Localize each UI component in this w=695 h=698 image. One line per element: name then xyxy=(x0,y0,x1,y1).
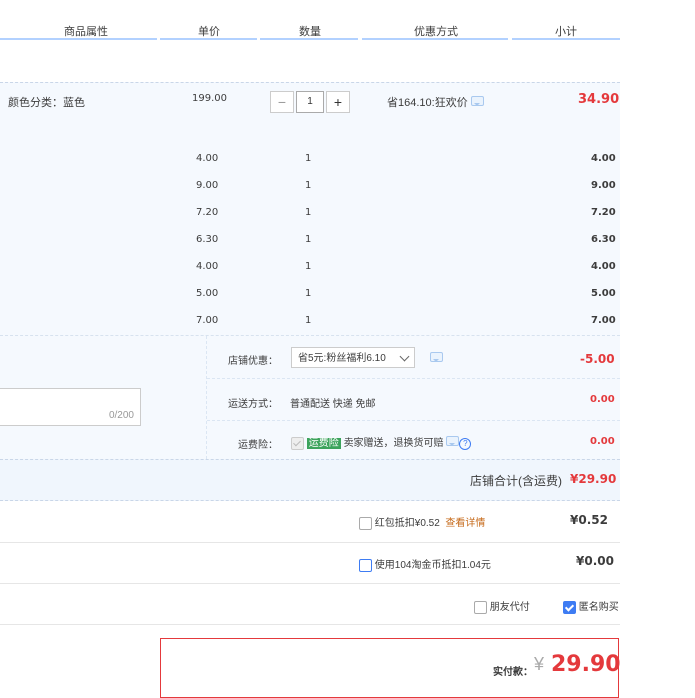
col-promo: 优惠方式 xyxy=(414,26,458,38)
sub-item-qty: 1 xyxy=(305,180,312,191)
sub-item-subtotal: 6.30 xyxy=(591,234,616,245)
sub-item-qty: 1 xyxy=(305,153,312,164)
redpacket-label: 红包抵扣¥0.52 xyxy=(374,518,440,529)
shop-total-label: 店铺合计(含运费) xyxy=(470,474,562,488)
sub-item-qty: 1 xyxy=(305,315,312,326)
sub-item-qty: 1 xyxy=(305,288,312,299)
insurance-label: 运费险： xyxy=(238,440,278,451)
pay-label: 实付款： xyxy=(493,667,533,678)
redpacket-link[interactable]: 查看详情 xyxy=(445,518,485,529)
insurance-checkbox[interactable] xyxy=(291,436,304,450)
promo-text: 省164.10:狂欢价 xyxy=(387,97,468,109)
sub-item-subtotal: 7.00 xyxy=(591,315,616,326)
shop-discount-option: 省5元:粉丝福利6.10 xyxy=(298,353,386,364)
col-price: 单价 xyxy=(198,26,220,38)
sub-item-subtotal: 4.00 xyxy=(591,153,616,164)
sub-item-price: 7.20 xyxy=(196,207,219,218)
pay-currency: ¥ xyxy=(534,654,545,674)
chevron-down-icon xyxy=(399,351,410,362)
minus-button[interactable]: − xyxy=(270,91,294,113)
sub-item-qty: 1 xyxy=(305,207,312,218)
coins-value: ¥0.00 xyxy=(576,554,614,568)
note-counter: 0/200 xyxy=(108,410,134,421)
chat-icon[interactable] xyxy=(430,352,443,362)
col-subtotal: 小计 xyxy=(555,26,577,38)
help-icon[interactable]: ? xyxy=(459,438,472,450)
shop-discount-label: 店铺优惠： xyxy=(228,356,278,367)
chat-icon[interactable] xyxy=(446,436,460,446)
friend-pay-checkbox[interactable] xyxy=(474,600,487,614)
table-header: 商品属性 单价 数量 优惠方式 小计 xyxy=(0,0,620,40)
item-promo: 省164.10:狂欢价 xyxy=(387,94,484,110)
sub-item-price: 4.00 xyxy=(196,261,219,272)
friend-pay-option[interactable]: 朋友代付 xyxy=(474,598,530,614)
pay-amount: 29.90 xyxy=(551,652,621,677)
anon-option[interactable]: 匿名购买 xyxy=(563,598,619,614)
quantity-input[interactable]: 1 xyxy=(296,91,324,113)
coins-row: 使用104淘金币抵扣1.04元 xyxy=(359,556,491,572)
anon-checkbox[interactable] xyxy=(563,600,576,614)
redpacket-checkbox[interactable] xyxy=(359,516,372,530)
shipping-amount: 0.00 xyxy=(590,394,615,405)
shop-discount-value: -5.00 xyxy=(580,352,615,366)
sub-item-price: 6.30 xyxy=(196,234,219,245)
note-input[interactable]: 0/200 xyxy=(0,388,141,426)
coins-checkbox[interactable] xyxy=(359,558,372,572)
shipping-label: 运送方式： xyxy=(228,399,278,410)
item-price: 199.00 xyxy=(192,93,227,104)
sub-item-price: 7.00 xyxy=(196,315,219,326)
shop-total-value: ¥29.90 xyxy=(570,472,617,486)
insurance-tag: 运费险 xyxy=(306,438,341,449)
sub-item-qty: 1 xyxy=(305,261,312,272)
coins-label: 使用104淘金币抵扣1.04元 xyxy=(374,560,491,571)
insurance-row: 运费险 卖家赠送，退换货可赔 ? xyxy=(291,434,472,450)
sub-item-subtotal: 9.00 xyxy=(591,180,616,191)
shipping-value: 普通配送 快递 免邮 xyxy=(290,399,376,410)
item-attr: 颜色分类：蓝色 xyxy=(8,97,85,109)
anon-label: 匿名购买 xyxy=(578,602,619,613)
sub-item-price: 9.00 xyxy=(196,180,219,191)
friend-pay-label: 朋友代付 xyxy=(489,602,530,613)
redpacket-value: ¥0.52 xyxy=(570,513,608,527)
sub-item-subtotal: 4.00 xyxy=(591,261,616,272)
insurance-desc: 卖家赠送，退换货可赔 xyxy=(343,438,444,449)
col-qty: 数量 xyxy=(299,26,321,38)
plus-button[interactable]: + xyxy=(326,91,350,113)
sub-item-price: 4.00 xyxy=(196,153,219,164)
sub-item-price: 5.00 xyxy=(196,288,219,299)
col-attr: 商品属性 xyxy=(64,26,108,38)
chat-icon[interactable] xyxy=(470,96,484,106)
insurance-amount: 0.00 xyxy=(590,436,615,447)
item-subtotal: 34.90 xyxy=(578,92,620,107)
shop-discount-select[interactable]: 省5元:粉丝福利6.10 xyxy=(291,347,415,368)
sub-item-subtotal: 7.20 xyxy=(591,207,616,218)
sub-item-subtotal: 5.00 xyxy=(591,288,616,299)
sub-item-qty: 1 xyxy=(305,234,312,245)
redpacket-row: 红包抵扣¥0.52 查看详情 xyxy=(359,514,485,530)
